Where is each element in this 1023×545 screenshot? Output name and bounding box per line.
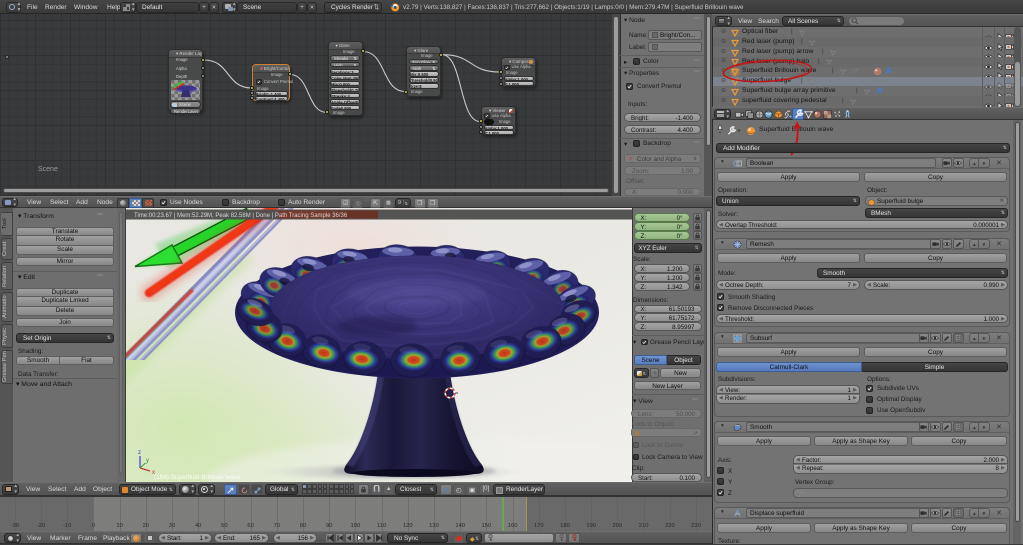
svg-text:Time:00:23.67 | Mem:52.29M, Pe: Time:00:23.67 | Mem:52.29M, Peak 82.58M … [134, 213, 348, 219]
svg-text:y: y [146, 458, 149, 464]
svg-text:(156) Superfluid Brillouin wav: (156) Superfluid Brillouin wave [154, 474, 241, 481]
svg-text:z: z [138, 450, 141, 456]
